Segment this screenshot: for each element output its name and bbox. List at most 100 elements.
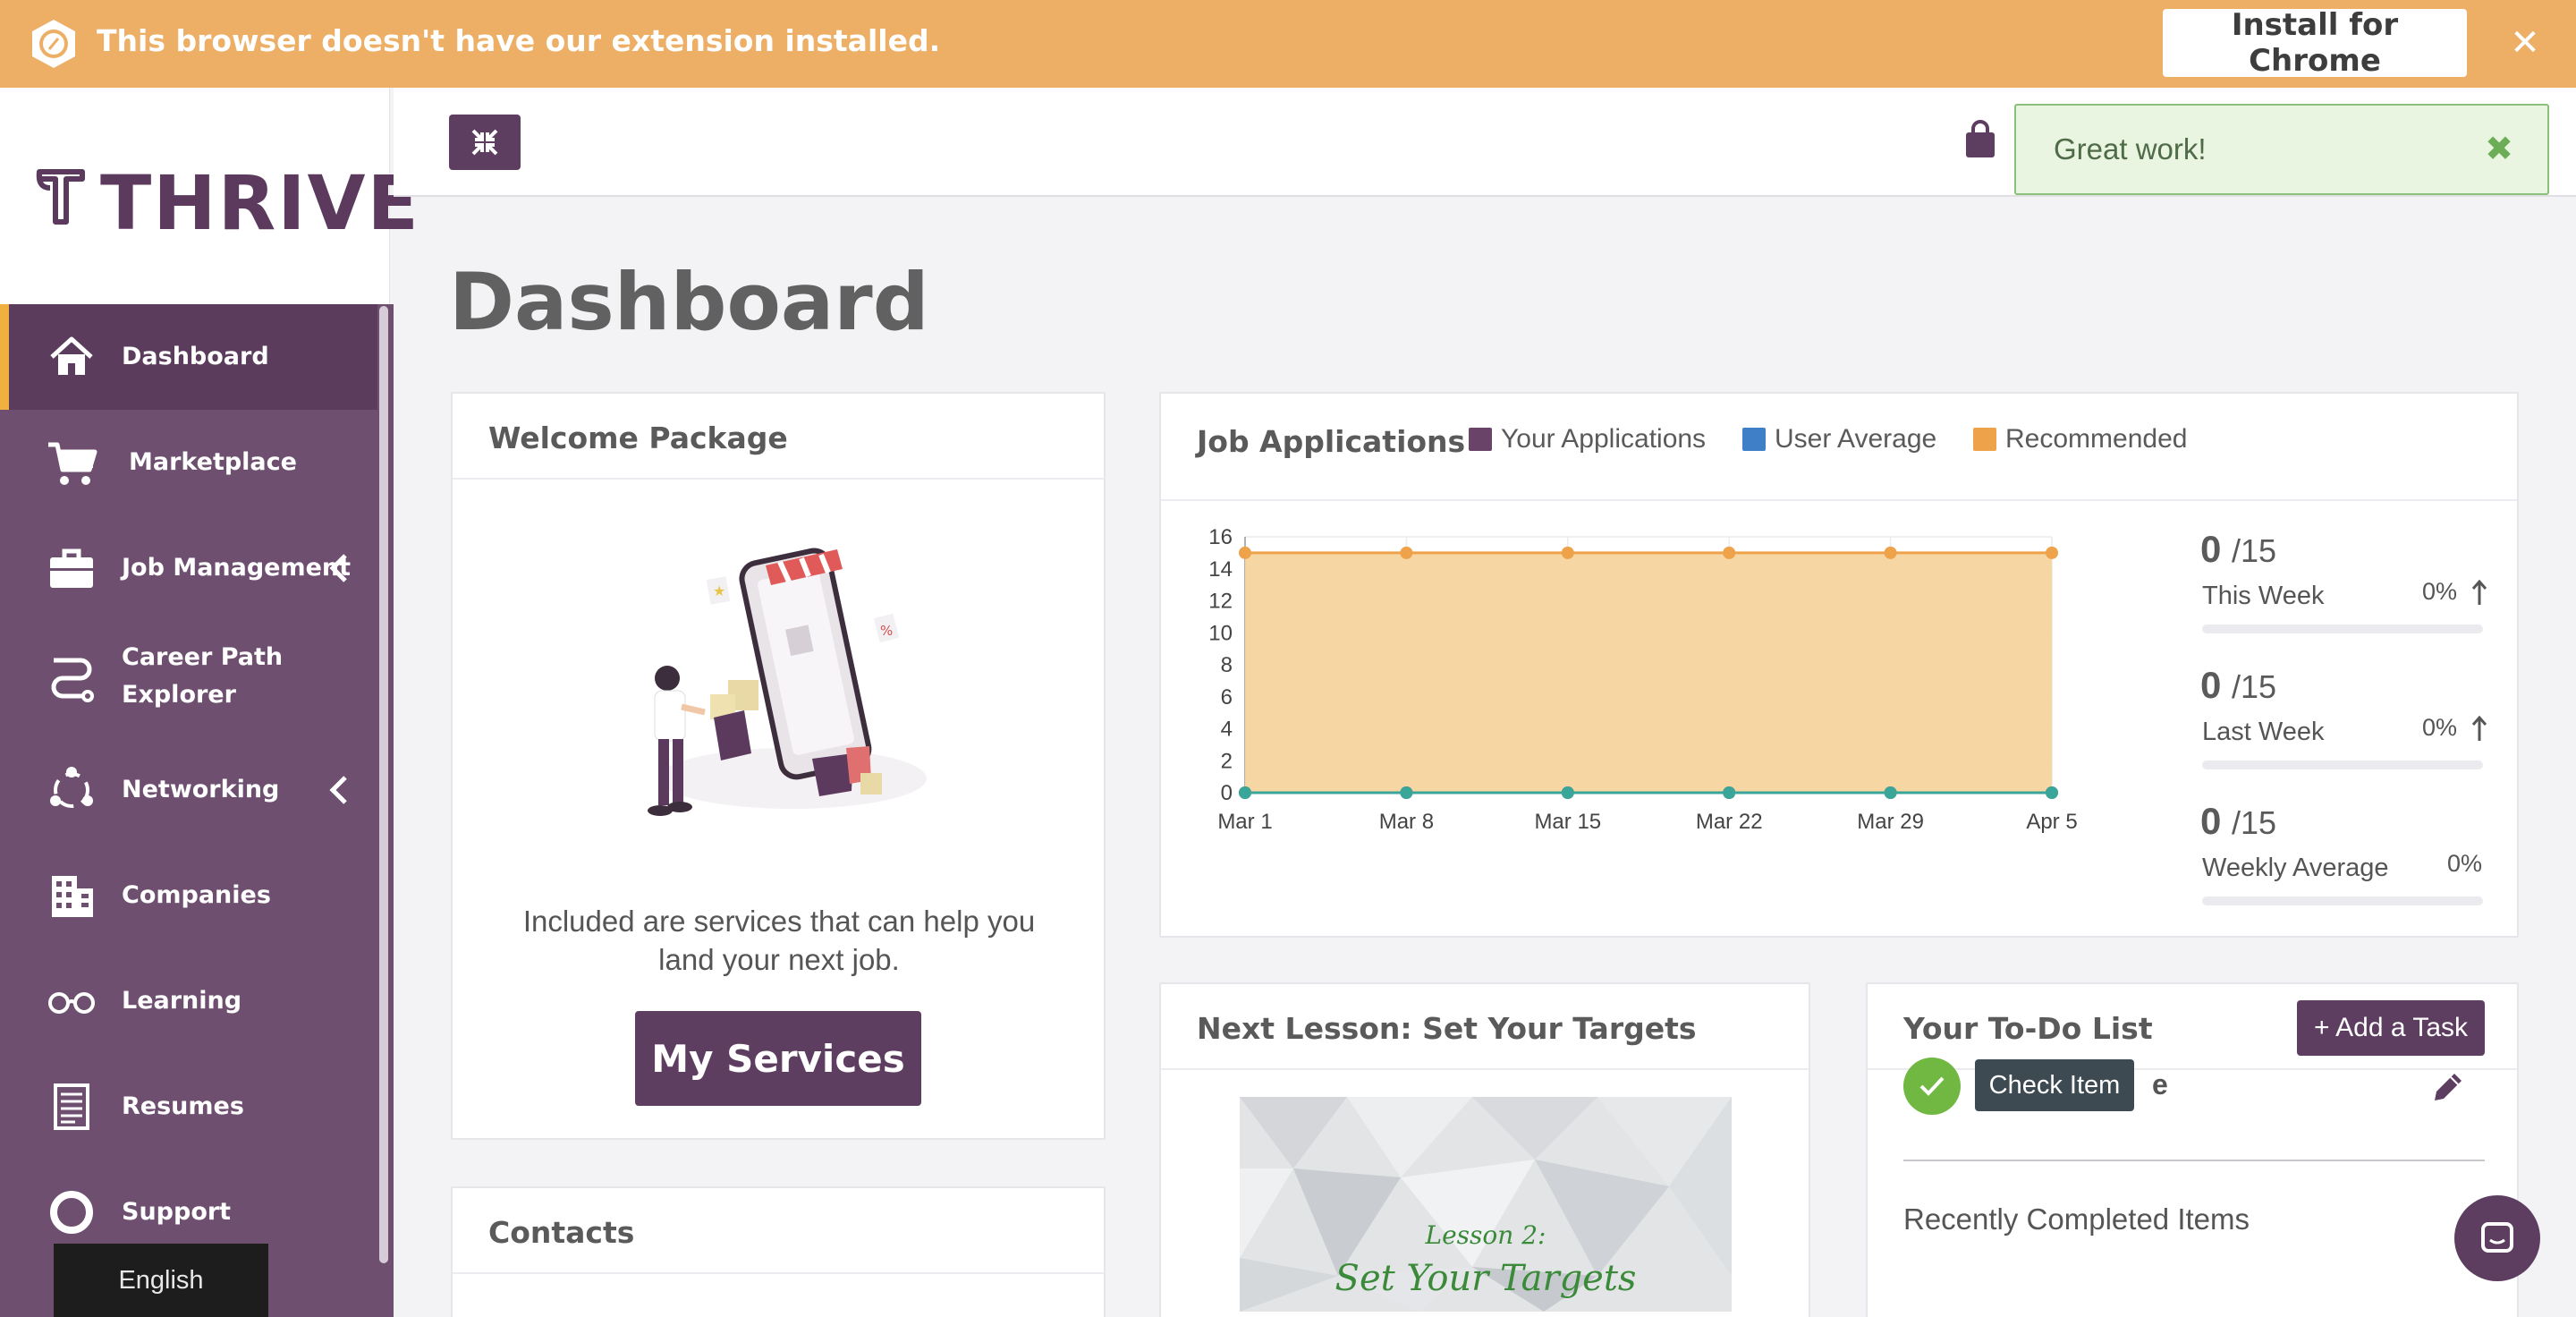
y-tick-label: 8 bbox=[1221, 653, 1233, 677]
card-header: Your To-Do List + Add a Task bbox=[1868, 984, 2517, 1070]
shopping-bag-icon[interactable] bbox=[1962, 120, 1998, 159]
card-title: Welcome Package bbox=[488, 421, 788, 455]
legend-swatch bbox=[1973, 428, 1996, 451]
language-selector[interactable]: English bbox=[54, 1244, 268, 1317]
chat-widget-button[interactable] bbox=[2454, 1195, 2540, 1281]
x-tick-label: Apr 5 bbox=[2026, 810, 2077, 834]
check-item-button[interactable] bbox=[1903, 1058, 1961, 1115]
sidebar-item-label: Companies bbox=[122, 881, 271, 909]
legend-recommended[interactable]: Recommended bbox=[1973, 424, 2187, 455]
sidebar-item-networking[interactable]: Networking bbox=[0, 737, 377, 843]
legend-label: Recommended bbox=[2005, 424, 2188, 454]
legend-label: Your Applications bbox=[1501, 424, 1707, 454]
legend-user-average[interactable]: User Average bbox=[1742, 424, 1936, 455]
sidebar-scrollbar[interactable] bbox=[379, 306, 388, 1263]
stat-value: 0 /15 bbox=[2200, 528, 2277, 570]
y-tick-label: 6 bbox=[1221, 685, 1233, 709]
chevron-left-icon[interactable] bbox=[327, 772, 351, 808]
chat-icon bbox=[2481, 1222, 2513, 1253]
y-tick-label: 12 bbox=[1208, 590, 1233, 614]
data-point bbox=[1723, 546, 1736, 559]
path-icon bbox=[51, 658, 94, 702]
install-extension-button[interactable]: Install for Chrome bbox=[2163, 7, 2467, 79]
x-tick-label: Mar 22 bbox=[1696, 810, 1763, 834]
lesson-thumbnail[interactable]: Lesson 2: Set Your Targets bbox=[1240, 1097, 1732, 1312]
stat-percent: 0% bbox=[2422, 578, 2458, 605]
success-toast: Great work! ✖ bbox=[2014, 104, 2549, 195]
sidebar-item-label: Support bbox=[122, 1198, 232, 1226]
sidebar-item-label: Learning bbox=[122, 987, 242, 1015]
card-title: Contacts bbox=[488, 1215, 635, 1250]
shopping-illustration: ★ % bbox=[648, 548, 927, 816]
sidebar-item-label-line1: Career Path bbox=[122, 643, 284, 671]
contacts-card: Contacts bbox=[451, 1186, 1106, 1317]
sidebar-item-resumes[interactable]: Resumes bbox=[0, 1054, 377, 1160]
sidebar-item-label: Resumes bbox=[122, 1092, 244, 1120]
job-applications-chart: 0 2 4 6 8 10 12 14 16 Mar 1 Mar 8 Mar 15 Mar 22 Mar 2… bbox=[1208, 525, 2077, 834]
legend-your-applications[interactable]: Your Applications bbox=[1469, 424, 1706, 455]
y-tick-label: 14 bbox=[1208, 557, 1233, 582]
chevron-left-icon[interactable] bbox=[327, 550, 351, 586]
sidebar-item-companies[interactable]: Companies bbox=[0, 843, 377, 948]
thrive-logo-icon bbox=[36, 169, 85, 225]
legend-swatch bbox=[1742, 428, 1766, 451]
y-tick-label: 0 bbox=[1221, 781, 1233, 805]
compass-logo-icon bbox=[32, 20, 75, 68]
page-title: Dashboard bbox=[449, 256, 929, 348]
todo-divider bbox=[1903, 1160, 2485, 1161]
trend-up-icon bbox=[2471, 715, 2487, 741]
welcome-description: Included are services that can help you … bbox=[522, 905, 1036, 976]
sidebar-item-marketplace[interactable]: Marketplace bbox=[0, 410, 377, 515]
sidebar-item-label: Dashboard bbox=[122, 343, 269, 370]
trend-up-icon bbox=[2471, 579, 2487, 605]
data-point bbox=[1239, 786, 1251, 799]
todo-item-text: e bbox=[2152, 1068, 2168, 1100]
series-area-recommended bbox=[1245, 552, 2052, 793]
data-point bbox=[1561, 786, 1574, 799]
lifebuoy-icon bbox=[50, 1191, 93, 1234]
x-tick-label: Mar 15 bbox=[1534, 810, 1601, 834]
stat-percent: 0% bbox=[2422, 714, 2458, 741]
data-point bbox=[1400, 786, 1413, 799]
job-applications-card: Job Applications Your Applications User … bbox=[1159, 392, 2519, 938]
x-tick-label: Mar 8 bbox=[1379, 810, 1434, 834]
document-icon bbox=[54, 1083, 89, 1130]
close-icon[interactable]: ✕ bbox=[2504, 20, 2546, 66]
home-icon bbox=[50, 336, 93, 375]
card-header: Next Lesson: Set Your Targets bbox=[1161, 984, 1809, 1070]
collapse-sidebar-button[interactable] bbox=[449, 115, 521, 170]
card-header: Job Applications Your Applications User … bbox=[1161, 394, 2517, 501]
card-header: Contacts bbox=[453, 1188, 1104, 1274]
sidebar-item-learning[interactable]: Learning bbox=[0, 948, 377, 1054]
y-tick-label: 2 bbox=[1221, 749, 1233, 773]
data-point bbox=[1400, 546, 1413, 559]
pencil-icon[interactable] bbox=[2428, 1066, 2469, 1108]
extension-banner: This browser doesn't have our extension … bbox=[0, 0, 2576, 88]
stat-progress-bar bbox=[2202, 625, 2483, 633]
extension-banner-message: This browser doesn't have our extension … bbox=[97, 23, 941, 58]
card-header: Welcome Package bbox=[453, 394, 1104, 480]
y-tick-label: 16 bbox=[1208, 525, 1233, 549]
stat-label: Last Week bbox=[2202, 718, 2325, 746]
x-tick-label: Mar 29 bbox=[1857, 810, 1924, 834]
sidebar: Dashboard Marketplace Job Management Car… bbox=[0, 304, 394, 1317]
data-point bbox=[2046, 786, 2058, 799]
data-point bbox=[1884, 786, 1897, 799]
close-icon[interactable]: ✖ bbox=[2481, 127, 2517, 170]
checkmark-icon bbox=[1919, 1076, 1945, 1096]
lesson-number: Lesson 2: bbox=[1425, 1220, 1546, 1250]
add-task-button[interactable]: + Add a Task bbox=[2297, 1000, 2485, 1056]
compress-icon bbox=[471, 129, 498, 156]
data-point bbox=[1884, 546, 1897, 559]
stat-progress-bar bbox=[2202, 760, 2483, 769]
sidebar-item-dashboard[interactable]: Dashboard bbox=[0, 304, 377, 410]
network-icon bbox=[50, 767, 93, 808]
toast-message: Great work! bbox=[2054, 132, 2207, 166]
my-services-button[interactable]: My Services bbox=[635, 1011, 921, 1106]
legend-label: User Average bbox=[1775, 424, 1937, 454]
card-title: Your To-Do List bbox=[1903, 1011, 2153, 1046]
sidebar-item-career-path-explorer[interactable]: Career Path Explorer bbox=[0, 621, 377, 732]
svg-text:%: % bbox=[880, 623, 893, 639]
card-title: Next Lesson: Set Your Targets bbox=[1197, 1011, 1697, 1046]
sidebar-item-job-management[interactable]: Job Management bbox=[0, 515, 377, 621]
